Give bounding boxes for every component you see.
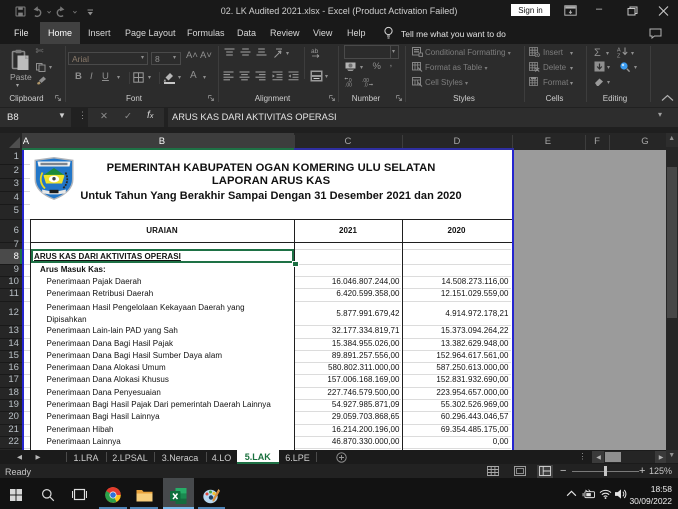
svg-text:ab: ab <box>311 48 319 55</box>
svg-text:.0: .0 <box>364 83 368 88</box>
svg-text:.00: .00 <box>345 83 352 88</box>
svg-text:Z: Z <box>617 54 621 59</box>
